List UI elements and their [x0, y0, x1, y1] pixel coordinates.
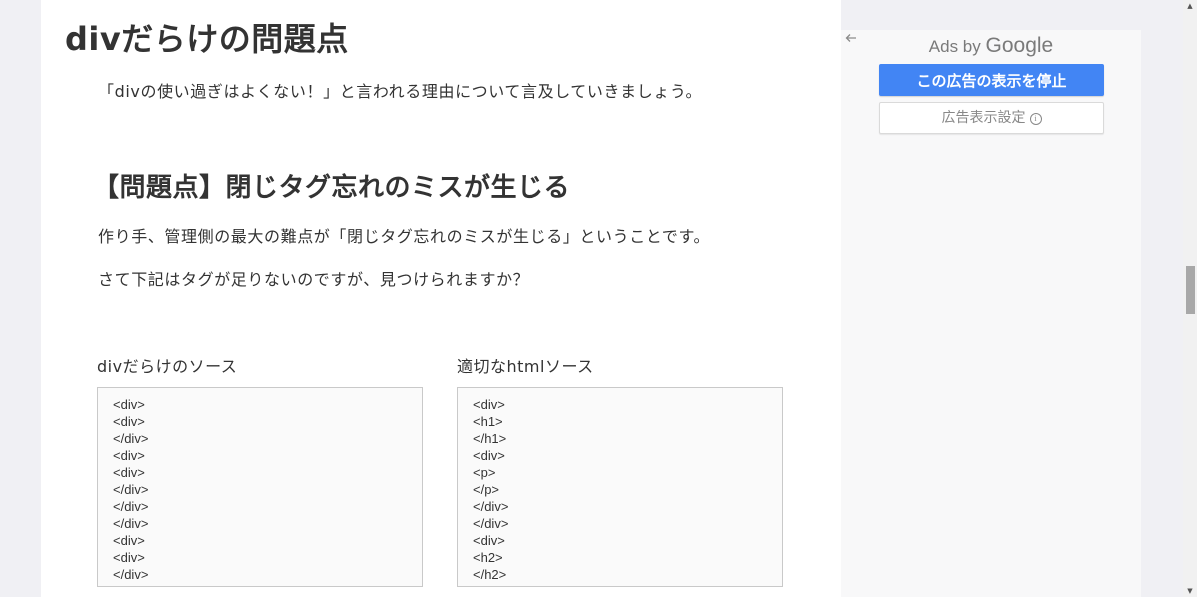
scrollbar[interactable]: ▲ ▼ — [1183, 0, 1197, 597]
ad-settings-button[interactable]: 広告表示設定 i — [879, 102, 1104, 134]
right-code-line: <h1> — [473, 414, 503, 429]
paragraph-2: さて下記はタグが足りないのですが、見つけられますか？ — [98, 270, 530, 289]
ads-by-label: Ads by — [928, 37, 981, 56]
ad-panel: Ads by Google この広告の表示を停止 広告表示設定 i — [841, 30, 1141, 597]
subsection-title: 【問題点】閉じタグ忘れのミスが生じる — [93, 173, 571, 203]
left-code-line: <div> — [113, 550, 145, 565]
right-code-line: <div> — [473, 448, 505, 463]
left-code-line: </div> — [113, 516, 149, 531]
info-icon: i — [1029, 113, 1042, 125]
intro-paragraph: 「divの使い過ぎはよくない！」と言われる理由について言及していきましょう。 — [98, 82, 703, 101]
paragraph-1: 作り手、管理側の最大の難点が「閉じタグ忘れのミスが生じる」ということです。 — [98, 227, 711, 246]
left-code-line: <div> — [113, 465, 145, 480]
google-logo: Google — [985, 34, 1054, 57]
scroll-up-icon[interactable]: ▲ — [1183, 0, 1197, 12]
right-code-line: <p> — [473, 465, 496, 480]
right-code-line: </h1> — [473, 431, 507, 446]
right-code-label: 適切なhtmlソース — [457, 357, 594, 376]
right-code-line: </h2> — [473, 567, 507, 582]
right-code-line: <div> — [473, 397, 505, 412]
right-code-line: <div> — [473, 533, 505, 548]
left-code-line: <div> — [113, 448, 145, 463]
right-code-line: </div> — [473, 516, 509, 531]
stop-ad-button[interactable]: この広告の表示を停止 — [879, 64, 1104, 96]
left-code-box[interactable]: <div> <div> </div> <div> <div> </div> </div> </… — [97, 387, 423, 587]
ads-by-google[interactable]: Ads by Google — [841, 34, 1141, 58]
right-code-line: </p> — [473, 482, 500, 497]
left-code-line: <div> — [113, 397, 145, 412]
left-code-line: </div> — [113, 482, 149, 497]
scroll-thumb[interactable] — [1186, 266, 1195, 314]
scroll-down-icon[interactable]: ▼ — [1183, 585, 1197, 597]
left-code-line: </div> — [113, 431, 149, 446]
page: divだらけの問題点 「divの使い過ぎはよくない！」と言われる理由について言及… — [0, 0, 1197, 597]
left-code-line: </div> — [113, 567, 149, 582]
right-code-listing: <div> <h1> </h1> <div> <p> </p> </div> </div> <d… — [458, 388, 782, 583]
left-code-label: divだらけのソース — [97, 357, 238, 376]
article-content: divだらけの問題点 「divの使い過ぎはよくない！」と言われる理由について言及… — [41, 0, 841, 597]
ad-settings-label: 広告表示設定 — [941, 110, 1026, 126]
left-code-line: <div> — [113, 533, 145, 548]
section-title: divだらけの問題点 — [65, 20, 349, 58]
left-code-line: <div> — [113, 414, 145, 429]
right-code-line: </div> — [473, 499, 509, 514]
right-code-line: <h2> — [473, 550, 503, 565]
right-code-box[interactable]: <div> <h1> </h1> <div> <p> </p> </div> </div> <d… — [457, 387, 783, 587]
left-code-listing: <div> <div> </div> <div> <div> </div> </div> </… — [98, 388, 422, 583]
left-code-line: </div> — [113, 499, 149, 514]
